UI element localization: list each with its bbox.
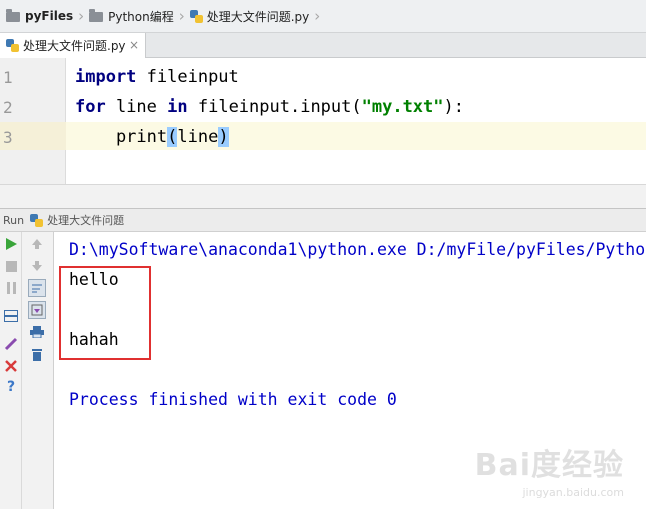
python-file-icon — [30, 213, 44, 227]
pause-icon[interactable] — [2, 279, 20, 297]
breadcrumb-item-project[interactable]: pyFiles — [6, 0, 73, 33]
stop-icon[interactable] — [2, 257, 20, 275]
close-icon[interactable]: × — [129, 38, 139, 52]
line-number: 2 — [3, 98, 13, 117]
breadcrumb: pyFiles › Python编程 › 处理大文件问题.py › — [0, 0, 646, 33]
tab-file[interactable]: 处理大文件问题.py × — [0, 33, 146, 58]
run-config-name[interactable]: 处理大文件问题 — [47, 212, 124, 228]
chevron-right-icon: › — [78, 7, 85, 25]
highlight-box — [59, 266, 151, 360]
code-editor[interactable]: 1 2 3 import fileinput for line in filei… — [0, 58, 646, 184]
keyword: for — [75, 97, 106, 117]
keyword: import — [75, 67, 137, 87]
layout-icon[interactable] — [2, 307, 20, 325]
code-text: print — [75, 127, 168, 147]
help-icon[interactable]: ? — [2, 378, 20, 396]
close-icon[interactable] — [2, 357, 20, 375]
console-command-line: D:\mySoftware\anaconda1\python.exe D:/my… — [69, 240, 646, 259]
breadcrumb-label: 处理大文件问题.py — [206, 9, 310, 24]
arrow-down-icon[interactable] — [28, 257, 46, 275]
chevron-right-icon: › — [178, 7, 185, 25]
breadcrumb-item-file[interactable]: 处理大文件问题.py — [189, 0, 310, 33]
arrow-up-icon[interactable] — [28, 235, 46, 253]
breadcrumb-label: Python编程 — [108, 9, 174, 24]
python-file-icon — [6, 39, 19, 52]
code-line-3: print(line) — [75, 127, 229, 147]
code-text: fileinput — [136, 67, 239, 87]
chevron-right-icon: › — [314, 7, 321, 25]
run-icon[interactable] — [2, 235, 20, 253]
folder-icon — [89, 9, 104, 22]
tab-label: 处理大文件问题.py — [23, 39, 126, 53]
run-toolbar-secondary — [22, 232, 54, 509]
code-text: fileinput.input( — [187, 97, 362, 117]
matched-paren: ) — [218, 127, 229, 147]
code-line-1: import fileinput — [75, 67, 239, 87]
keyword: in — [167, 97, 188, 117]
run-panel-header: Run 处理大文件问题 — [0, 208, 646, 232]
pin-icon[interactable] — [2, 335, 20, 353]
trash-icon[interactable] — [28, 345, 46, 363]
run-label: Run — [3, 213, 25, 227]
python-file-icon — [189, 9, 203, 23]
breadcrumb-item-folder[interactable]: Python编程 — [89, 0, 174, 33]
watermark-logo: Bai度经验 — [474, 448, 624, 483]
soft-wrap-icon[interactable] — [28, 279, 46, 297]
matched-paren: ( — [167, 127, 178, 147]
run-toolbar-primary: ? — [0, 232, 22, 509]
editor-tab-bar: 处理大文件问题.py × — [0, 33, 646, 58]
code-line-2: for line in fileinput.input("my.txt"): — [75, 97, 464, 117]
panel-divider[interactable] — [0, 184, 646, 208]
watermark: Bai度经验 jingyan.baidu.com — [475, 440, 624, 499]
print-icon[interactable] — [28, 323, 46, 341]
console-exit-message: Process finished with exit code 0 — [69, 390, 397, 409]
scroll-to-end-icon[interactable] — [28, 301, 46, 319]
string-literal: "my.txt" — [361, 97, 444, 117]
code-text: line — [105, 97, 168, 117]
line-number: 1 — [3, 68, 13, 87]
code-text: line — [177, 127, 219, 147]
folder-icon — [6, 9, 20, 22]
watermark-url: jingyan.baidu.com — [522, 486, 624, 499]
code-text: ): — [443, 97, 464, 117]
line-number: 3 — [3, 128, 13, 147]
breadcrumb-label: pyFiles — [25, 9, 74, 23]
